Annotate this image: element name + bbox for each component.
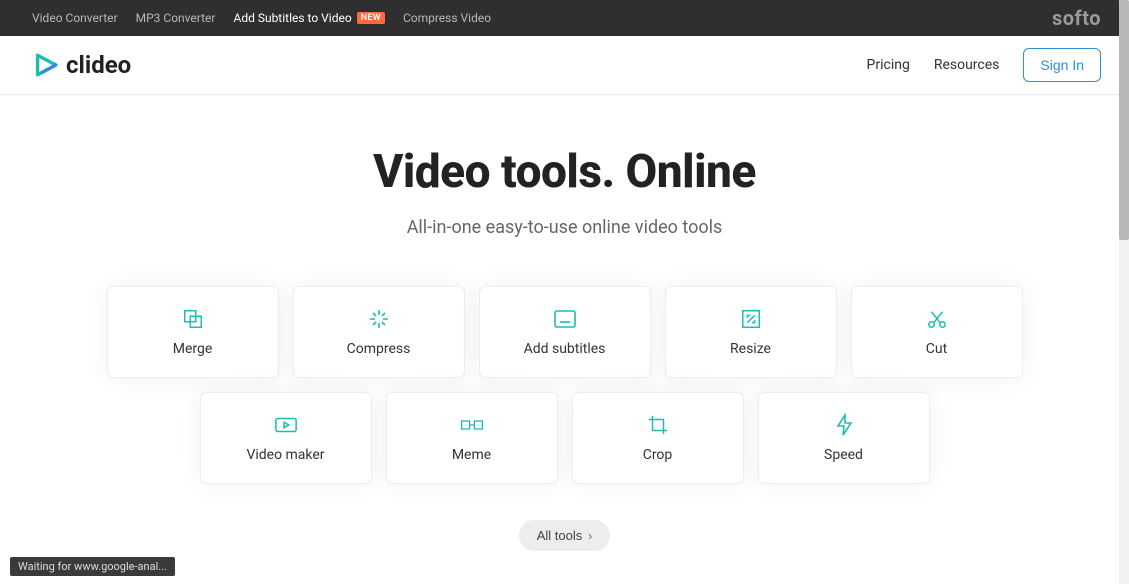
play-icon bbox=[32, 51, 60, 79]
tool-label: Add subtitles bbox=[524, 341, 606, 357]
tool-card-video-maker[interactable]: Video maker bbox=[200, 392, 372, 484]
tool-label: Crop bbox=[643, 447, 673, 463]
page-title: Video tools. Online bbox=[0, 145, 1129, 199]
crop-icon bbox=[646, 413, 670, 437]
header: clideo Pricing Resources Sign In bbox=[0, 36, 1129, 95]
tool-label: Resize bbox=[730, 341, 771, 357]
subtitles-icon bbox=[553, 307, 577, 331]
chevron-right-icon: › bbox=[588, 529, 592, 543]
topbar-link-compress-video[interactable]: Compress Video bbox=[403, 11, 491, 25]
topbar-link-video-converter[interactable]: Video Converter bbox=[32, 11, 118, 25]
page-subtitle: All-in-one easy-to-use online video tool… bbox=[0, 217, 1129, 238]
sign-in-button[interactable]: Sign In bbox=[1023, 48, 1101, 82]
tool-grid: Merge Compress Add subtitles Resize Cut bbox=[0, 286, 1129, 484]
status-bar: Waiting for www.google-anal... bbox=[10, 557, 175, 576]
tool-label: Compress bbox=[347, 341, 411, 357]
tool-label: Video maker bbox=[246, 447, 324, 463]
brand[interactable]: clideo bbox=[32, 51, 131, 79]
tool-card-merge[interactable]: Merge bbox=[107, 286, 279, 378]
tool-card-cut[interactable]: Cut bbox=[851, 286, 1023, 378]
new-badge: NEW bbox=[357, 12, 385, 24]
topbar-link-label: Add Subtitles to Video bbox=[233, 11, 351, 25]
tool-card-add-subtitles[interactable]: Add subtitles bbox=[479, 286, 651, 378]
speed-icon bbox=[832, 413, 856, 437]
tool-label: Speed bbox=[824, 447, 863, 463]
softo-brand[interactable]: softo bbox=[1052, 6, 1101, 30]
compress-icon bbox=[367, 307, 391, 331]
topbar: Video Converter MP3 Converter Add Subtit… bbox=[0, 0, 1129, 36]
scrollbar-track[interactable] bbox=[1119, 0, 1129, 584]
brand-name: clideo bbox=[66, 51, 131, 79]
tool-card-compress[interactable]: Compress bbox=[293, 286, 465, 378]
cut-icon bbox=[925, 307, 949, 331]
topbar-link-mp3-converter[interactable]: MP3 Converter bbox=[136, 11, 216, 25]
header-right: Pricing Resources Sign In bbox=[867, 48, 1101, 82]
hero: Video tools. Online All-in-one easy-to-u… bbox=[0, 145, 1129, 238]
video-maker-icon bbox=[274, 413, 298, 437]
tool-label: Cut bbox=[926, 341, 947, 357]
tool-row-1: Merge Compress Add subtitles Resize Cut bbox=[0, 286, 1129, 378]
tool-card-crop[interactable]: Crop bbox=[572, 392, 744, 484]
scrollbar-thumb[interactable] bbox=[1119, 0, 1129, 240]
all-tools-wrap: All tools › bbox=[0, 520, 1129, 551]
meme-icon bbox=[460, 413, 484, 437]
tool-label: Merge bbox=[173, 341, 213, 357]
merge-icon bbox=[181, 307, 205, 331]
resize-icon bbox=[739, 307, 763, 331]
all-tools-button[interactable]: All tools › bbox=[519, 520, 611, 551]
tool-card-resize[interactable]: Resize bbox=[665, 286, 837, 378]
pricing-link[interactable]: Pricing bbox=[867, 57, 910, 73]
tool-row-2: Video maker Meme Crop Speed bbox=[0, 392, 1129, 484]
all-tools-label: All tools bbox=[537, 528, 583, 543]
resources-link[interactable]: Resources bbox=[934, 57, 1000, 73]
tool-card-meme[interactable]: Meme bbox=[386, 392, 558, 484]
tool-card-speed[interactable]: Speed bbox=[758, 392, 930, 484]
tool-label: Meme bbox=[452, 447, 491, 463]
topbar-link-add-subtitles[interactable]: Add Subtitles to Video NEW bbox=[233, 11, 384, 25]
topbar-links: Video Converter MP3 Converter Add Subtit… bbox=[32, 11, 491, 25]
